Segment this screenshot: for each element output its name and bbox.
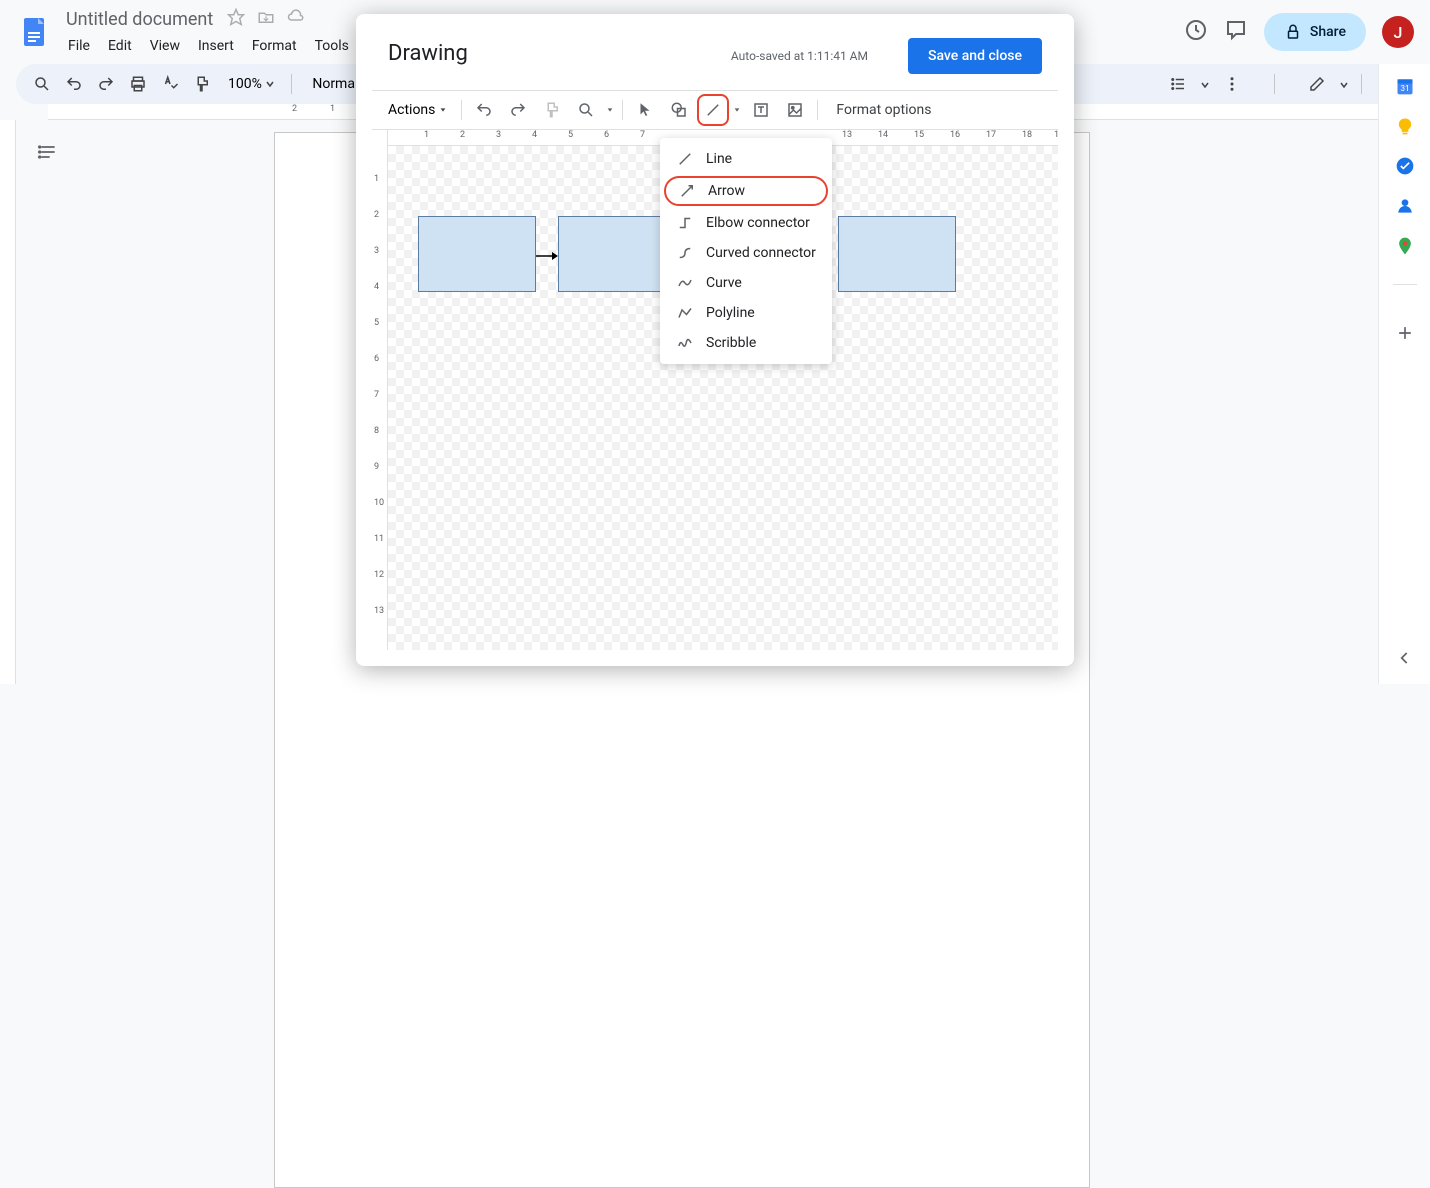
line-tool-button[interactable] [697,94,729,126]
elbow-icon [676,214,694,232]
arrow-icon [678,182,696,200]
select-tool-icon[interactable] [629,94,661,126]
menu-item-arrow[interactable]: Arrow [664,176,828,206]
text-box-icon[interactable] [745,94,777,126]
zoom-dropdown-icon[interactable] [604,106,616,114]
menu-item-curved-connector[interactable]: Curved connector [660,238,832,268]
modal-title: Drawing [388,41,468,66]
line-tool-dropdown-icon[interactable] [731,106,743,114]
format-options-button[interactable]: Format options [824,102,943,118]
line-tool-menu: Line Arrow Elbow connector Curved connec… [660,138,832,364]
autosave-status: Auto-saved at 1:11:41 AM [731,49,868,63]
rectangle-shape[interactable] [558,216,676,292]
menu-item-curve[interactable]: Curve [660,268,832,298]
rectangle-shape[interactable] [838,216,956,292]
rectangle-shape[interactable] [418,216,536,292]
scribble-icon [676,334,694,352]
menu-item-line[interactable]: Line [660,144,832,174]
canvas-ruler-vertical: 1 2 3 4 5 6 7 8 9 10 11 12 13 [372,130,388,650]
paint-format-icon[interactable] [536,94,568,126]
menu-item-scribble[interactable]: Scribble [660,328,832,358]
curve-icon [676,274,694,292]
line-icon [676,150,694,168]
undo-icon[interactable] [468,94,500,126]
menu-item-elbow-connector[interactable]: Elbow connector [660,208,832,238]
zoom-icon[interactable] [570,94,602,126]
arrow-connector[interactable] [536,250,558,262]
shape-tool-icon[interactable] [663,94,695,126]
actions-menu[interactable]: Actions [380,98,455,122]
image-icon[interactable] [779,94,811,126]
menu-item-polyline[interactable]: Polyline [660,298,832,328]
polyline-icon [676,304,694,322]
save-and-close-button[interactable]: Save and close [908,38,1042,74]
redo-icon[interactable] [502,94,534,126]
curved-icon [676,244,694,262]
